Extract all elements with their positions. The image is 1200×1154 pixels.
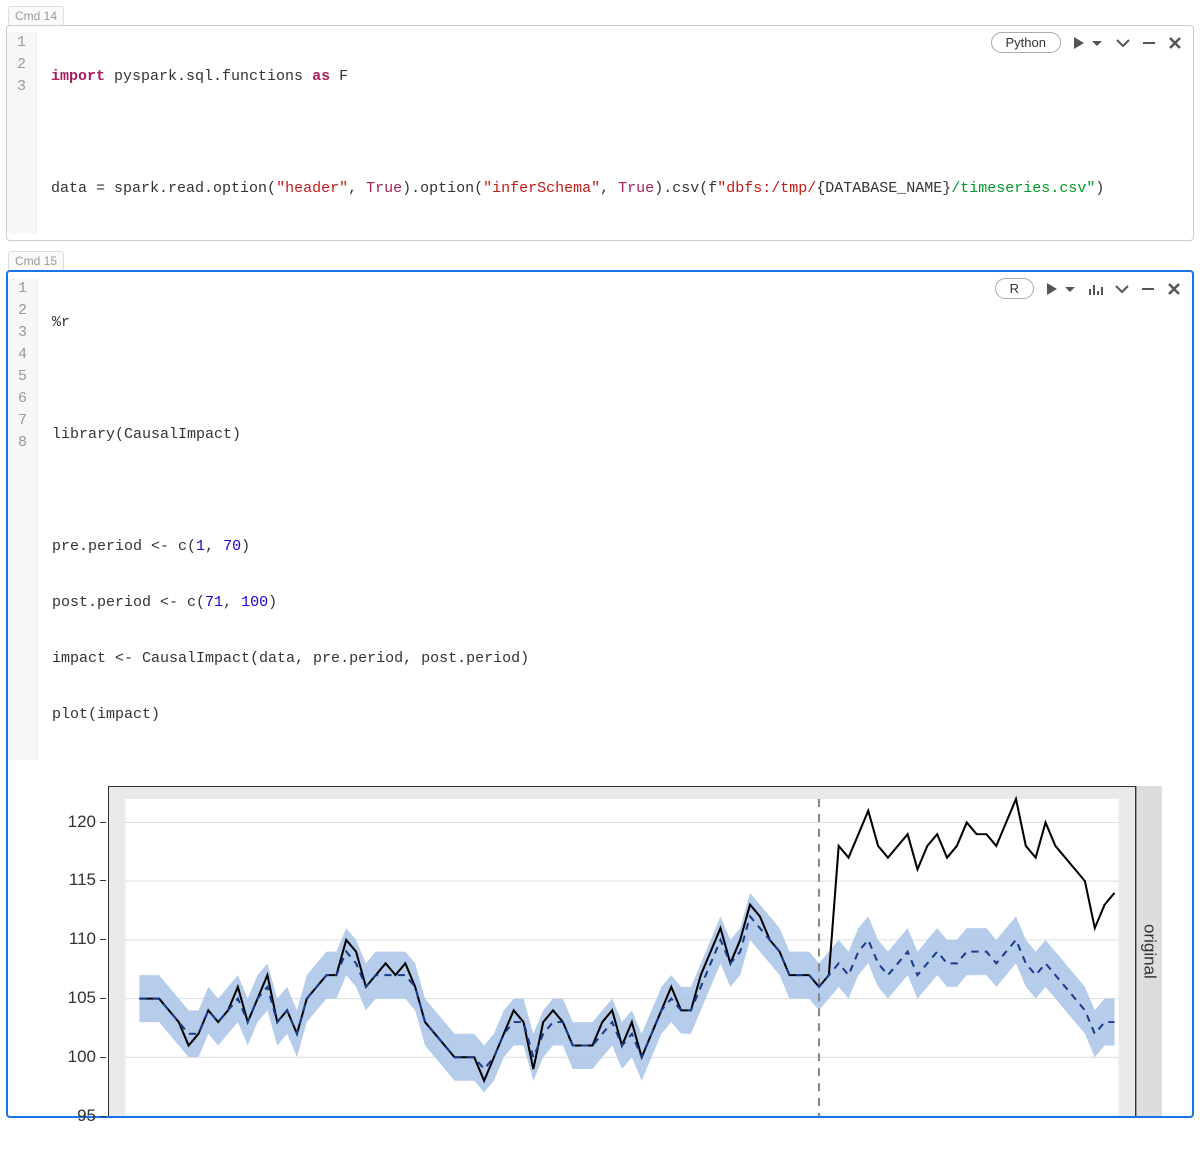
plot-area (108, 786, 1136, 1116)
facet-label: original (1136, 786, 1162, 1116)
caret-down-icon[interactable] (1089, 35, 1105, 51)
run-icon[interactable] (1071, 35, 1087, 51)
cell-14[interactable]: Python 1 2 3 import pyspark.sql.function… (6, 25, 1194, 241)
close-icon[interactable] (1166, 281, 1182, 297)
minimize-icon[interactable] (1141, 35, 1157, 51)
minimize-icon[interactable] (1140, 281, 1156, 297)
expand-icon[interactable] (1114, 281, 1130, 297)
line-gutter: 1 2 3 (7, 32, 37, 234)
caret-down-icon[interactable] (1062, 281, 1078, 297)
cell-15[interactable]: R 1 2 3 4 5 6 7 8 %r library(CausalImp (6, 270, 1194, 1118)
close-icon[interactable] (1167, 35, 1183, 51)
chart-output: 95100105110115120 original (8, 766, 1192, 1116)
y-axis: 95100105110115120 (58, 786, 108, 1116)
language-pill[interactable]: R (995, 278, 1034, 299)
chart-icon[interactable] (1088, 281, 1104, 297)
cmd-label: Cmd 15 (8, 251, 64, 270)
run-icon[interactable] (1044, 281, 1060, 297)
cell-toolbar: R (989, 278, 1182, 299)
code-editor[interactable]: %r library(CausalImpact) pre.period <- c… (38, 278, 1192, 760)
code-editor[interactable]: import pyspark.sql.functions as F data =… (37, 32, 1193, 234)
line-gutter: 1 2 3 4 5 6 7 8 (8, 278, 38, 760)
expand-icon[interactable] (1115, 35, 1131, 51)
language-pill[interactable]: Python (991, 32, 1061, 53)
cmd-label: Cmd 14 (8, 6, 64, 25)
cell-toolbar: Python (985, 32, 1183, 53)
